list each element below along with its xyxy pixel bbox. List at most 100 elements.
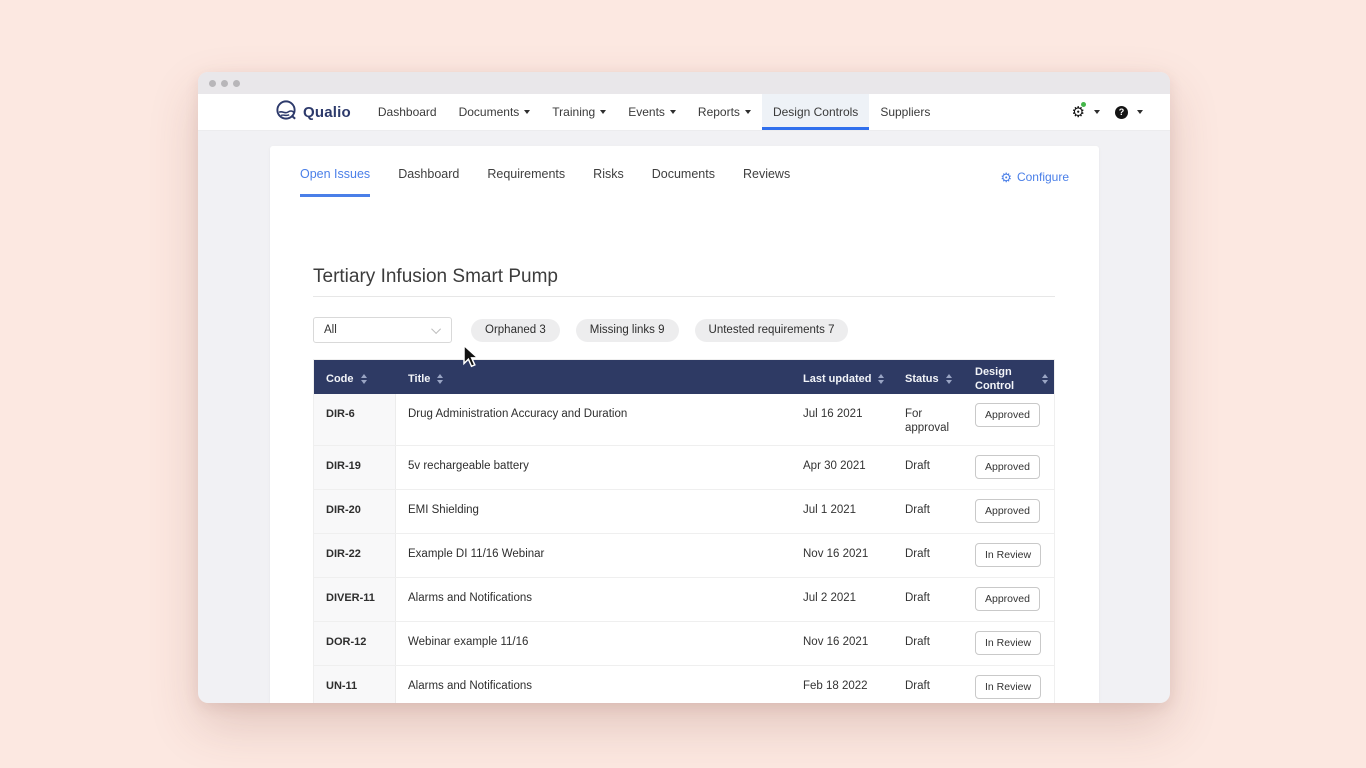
tab-requirements[interactable]: Requirements [487,167,565,197]
table-row[interactable]: DIR-19 5v rechargeable battery Apr 30 2021… [314,446,1054,490]
last-updated-cell: Nov 16 2021 [803,636,869,648]
design-control-badge[interactable]: In Review [975,543,1042,567]
code-cell: DIR-20 [314,490,396,533]
design-control-badge[interactable]: Approved [975,403,1040,427]
filter-chip-untested-requirements-7[interactable]: Untested requirements 7 [694,318,849,342]
column-header-status[interactable]: Status [893,359,963,396]
table-body: DIR-6 Drug Administration Accuracy and Du… [314,394,1054,703]
settings-menu[interactable]: ⚙ [1071,101,1100,121]
sort-down-arrow [437,379,444,384]
chevron-down-icon [524,110,531,114]
navbar-right: ⚙ ? [1072,94,1170,130]
status-cell: For approval [905,408,950,434]
settings-gear-icon: ⚙ [1071,101,1086,121]
design-control-cell: Approved [963,578,1054,621]
sort-up-arrow [878,373,885,378]
design-control-badge[interactable]: Approved [975,455,1040,479]
sort-icon [360,373,367,384]
help-menu[interactable]: ? [1115,105,1143,119]
last-updated-cell: Jul 16 2021 [803,408,863,420]
code-cell: DIR-6 [314,394,396,445]
nav-item-design-controls[interactable]: Design Controls [761,94,870,130]
tab-risks[interactable]: Risks [593,167,624,197]
title-cell: Alarms and Notifications [408,592,532,604]
tab-documents[interactable]: Documents [652,167,715,197]
last-updated-cell: Jul 1 2021 [803,504,857,516]
design-control-cell: Approved [963,490,1054,533]
code-cell: DIR-19 [314,446,396,489]
filter-chip-orphaned-3[interactable]: Orphaned 3 [471,318,560,342]
table-row[interactable]: DIVER-11 Alarms and Notifications Jul 2 20… [314,578,1054,622]
qualio-logo-text: Qualio [303,103,351,121]
nav-item-events[interactable]: Events [617,94,687,130]
tab-dashboard[interactable]: Dashboard [398,167,459,197]
column-header-label: Title [408,372,431,385]
code-cell: DIVER-11 [314,578,396,621]
last-updated-cell: Jul 2 2021 [803,592,857,604]
design-control-badge[interactable]: In Review [975,675,1042,699]
window-control-dot[interactable] [209,79,216,87]
tab-reviews[interactable]: Reviews [743,167,790,197]
column-header-label: Last updated [803,372,872,385]
filter-chip-missing-links-9[interactable]: Missing links 9 [575,318,679,342]
title-cell: Example DI 11/16 Webinar [408,548,545,560]
table-row[interactable]: DOR-12 Webinar example 11/16 Nov 16 2021 Dr… [314,622,1054,666]
column-header-last-updated[interactable]: Last updated [791,359,893,396]
code-cell: DIR-22 [314,534,396,577]
sort-icon [878,373,885,384]
nav-item-label: Documents [458,105,520,119]
table-row[interactable]: DIR-6 Drug Administration Accuracy and Du… [314,394,1054,446]
tab-open-issues[interactable]: Open Issues [300,167,371,197]
window-control-dot[interactable] [221,79,228,87]
configure-gear-icon: ⚙ [1000,169,1012,185]
nav-item-suppliers[interactable]: Suppliers [869,94,941,130]
sort-down-arrow [1042,379,1048,384]
tabs-row: Open Issues Dashboard Requirements Risks Doc… [270,146,1099,197]
filter-select[interactable]: All [313,317,452,343]
code-cell: UN-11 [314,666,396,703]
sort-up-arrow [437,373,444,378]
window-control-dot[interactable] [233,79,240,87]
title-divider [313,296,1055,297]
sort-down-arrow [945,379,952,384]
design-control-cell: Approved [963,446,1054,489]
column-header-label: Status [905,372,939,385]
nav-item-label: Design Controls [772,105,859,119]
design-control-cell: In Review [963,666,1054,703]
nav-item-training[interactable]: Training [541,94,617,130]
design-control-badge[interactable]: In Review [975,631,1042,655]
nav-item-label: Suppliers [880,105,931,119]
qualio-logo[interactable]: Qualio [275,94,351,130]
sort-icon [1042,373,1048,384]
design-controls-card: Open Issues Dashboard Requirements Risks Doc… [270,146,1099,703]
table-row[interactable]: DIR-20 EMI Shielding Jul 1 2021 Draft Approv… [314,490,1054,534]
status-cell: Draft [905,636,930,648]
status-cell: Draft [905,680,930,692]
sort-icon [945,373,952,384]
nav-item-dashboard[interactable]: Dashboard [367,94,448,130]
last-updated-cell: Feb 18 2022 [803,680,868,692]
chevron-down-icon [1094,110,1100,114]
title-cell: Alarms and Notifications [408,680,532,692]
nav-item-reports[interactable]: Reports [687,94,762,130]
column-header-label: Design Control [975,365,1015,392]
chevron-down-icon [600,110,607,114]
sort-up-arrow [945,373,952,378]
status-cell: Draft [905,504,930,516]
filter-chips: Orphaned 3 Missing links 9 Untested requir… [471,318,849,342]
design-control-badge[interactable]: Approved [975,587,1040,611]
design-control-badge[interactable]: Approved [975,499,1040,523]
title-cell: Webinar example 11/16 [408,636,529,648]
column-header-title[interactable]: Title [396,359,791,396]
table-row[interactable]: UN-11 Alarms and Notifications Feb 18 2022… [314,666,1054,703]
column-header-code[interactable]: Code [314,359,396,396]
sort-down-arrow [878,379,885,384]
configure-button[interactable]: ⚙ Configure [1000,170,1069,197]
title-cell: EMI Shielding [408,504,479,516]
tabs: Open Issues Dashboard Requirements Risks Doc… [300,167,790,197]
table-row[interactable]: DIR-22 Example DI 11/16 Webinar Nov 16 202… [314,534,1054,578]
sort-icon [437,373,444,384]
nav-item-documents[interactable]: Documents [448,94,542,130]
design-control-cell: In Review [963,622,1054,665]
code-cell: DOR-12 [314,622,396,665]
